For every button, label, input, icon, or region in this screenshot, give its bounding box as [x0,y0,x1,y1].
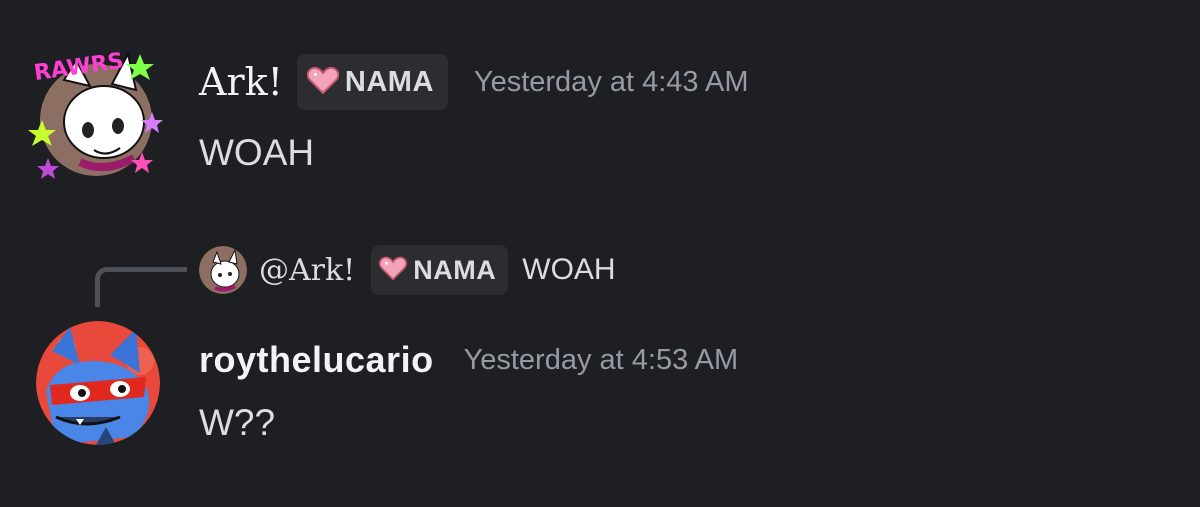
reply-connector [95,267,187,307]
username[interactable]: roythelucario [199,342,434,378]
reply-avatar[interactable] [199,246,247,294]
reply-username[interactable]: @Ark! [259,253,355,288]
message-text: WOAH [199,132,315,173]
message-header: Ark! NAMA Yesterday at 4:43 AM [199,54,749,110]
message-text: W?? [199,402,276,443]
avatar[interactable]: RAWRS [24,40,164,180]
timestamp[interactable]: Yesterday at 4:43 AM [474,66,749,99]
server-tag[interactable]: NAMA [296,54,448,110]
chat-log: RAWRS Ark! NAMA Yesterday at 4:43 AM WOA… [0,0,1200,507]
avatar[interactable] [36,321,160,445]
reply-server-tag[interactable]: NAMA [371,245,509,295]
reply-preview[interactable]: @Ark! NAMA WOAH [199,243,616,297]
timestamp[interactable]: Yesterday at 4:53 AM [464,344,739,377]
tag-label: NAMA [344,65,434,98]
heart-icon [306,65,340,100]
message-header: roythelucario Yesterday at 4:53 AM [199,334,738,386]
username[interactable]: Ark! [199,63,283,101]
heart-icon [379,255,408,286]
reply-tag-label: NAMA [413,254,497,285]
reply-text: WOAH [522,253,616,286]
